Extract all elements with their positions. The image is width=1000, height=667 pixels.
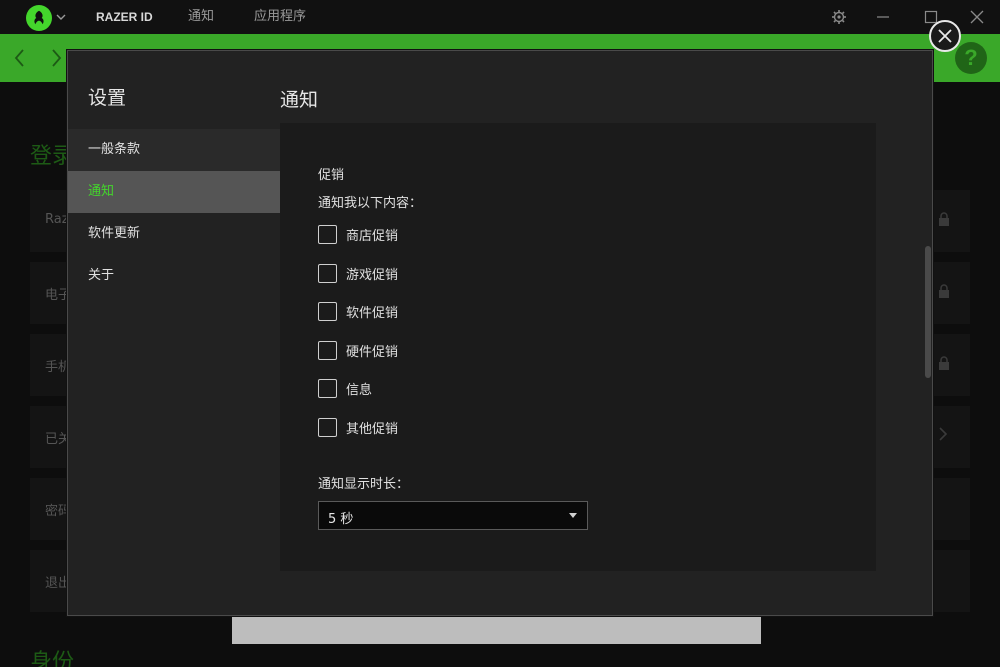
sidebar-item-software-update[interactable]: 软件更新 (68, 213, 280, 255)
checkbox[interactable] (318, 263, 337, 283)
checkbox-label: 游戏促销 (346, 267, 399, 283)
chevron-right-icon (939, 427, 948, 441)
option-store-promotions[interactable]: 商店促销 (318, 224, 398, 244)
scrollbar-thumb[interactable] (925, 246, 931, 378)
promotions-heading: 促销 (318, 168, 345, 183)
notification-settings-panel: 促销 通知我以下内容： 商店促销 游戏促销 软件促销 硬件促销 信息 其他促销 … (280, 123, 876, 571)
option-other-promotions[interactable]: 其他促销 (318, 417, 398, 437)
duration-value: 5 秒 (328, 512, 354, 527)
lock-icon (939, 284, 949, 298)
forward-arrow-icon[interactable] (48, 47, 64, 69)
checkbox[interactable] (318, 417, 337, 437)
dropdown-caret-icon (569, 513, 577, 518)
bg-card (232, 612, 761, 644)
help-icon[interactable]: ? (955, 42, 987, 74)
lock-icon (939, 212, 949, 226)
modal-title: 设置 (88, 87, 127, 109)
checkbox-label: 其他促销 (346, 421, 399, 437)
close-modal-button[interactable] (929, 20, 961, 52)
duration-select[interactable]: 5 秒 (318, 501, 588, 530)
checkbox[interactable] (318, 224, 337, 244)
bg-row-label: Raz (45, 212, 69, 227)
checkbox-label: 商店促销 (346, 228, 399, 244)
nav-notifications[interactable]: 通知 (188, 0, 214, 34)
gear-icon[interactable] (830, 8, 848, 26)
content-title: 通知 (280, 89, 319, 111)
checkbox-label: 软件促销 (346, 305, 399, 321)
chevron-down-icon[interactable] (54, 10, 68, 24)
option-software-promotions[interactable]: 软件促销 (318, 301, 398, 321)
nav-apps[interactable]: 应用程序 (254, 0, 306, 34)
close-icon (938, 29, 952, 43)
razer-logo-icon[interactable] (26, 5, 52, 31)
lock-icon (939, 356, 949, 370)
razer-snake-icon (34, 10, 44, 25)
title-bar: RAZER ID 通知 应用程序 (0, 0, 1000, 34)
sidebar-item-notifications[interactable]: 通知 (68, 171, 280, 213)
checkbox-label: 信息 (346, 382, 373, 398)
sidebar-item-about[interactable]: 关于 (68, 255, 280, 297)
window-close-icon[interactable] (968, 8, 986, 26)
option-info[interactable]: 信息 (318, 378, 372, 398)
checkbox[interactable] (318, 378, 337, 398)
option-hardware-promotions[interactable]: 硬件促销 (318, 340, 398, 360)
checkbox[interactable] (318, 340, 337, 360)
settings-modal: 设置 一般条款 通知 软件更新 关于 通知 促销 通知我以下内容： 商店促销 游… (67, 50, 933, 616)
back-arrow-icon[interactable] (12, 47, 28, 69)
bg-section-heading-2: 身份 (30, 650, 75, 667)
checkbox-label: 硬件促销 (346, 344, 399, 360)
nav-razer-id[interactable]: RAZER ID (96, 0, 153, 34)
minimize-icon[interactable] (874, 8, 892, 26)
duration-label: 通知显示时长： (318, 477, 410, 492)
sidebar-item-general[interactable]: 一般条款 (68, 129, 280, 171)
notify-me-label: 通知我以下内容： (318, 196, 423, 211)
checkbox[interactable] (318, 301, 337, 321)
option-game-promotions[interactable]: 游戏促销 (318, 263, 398, 283)
